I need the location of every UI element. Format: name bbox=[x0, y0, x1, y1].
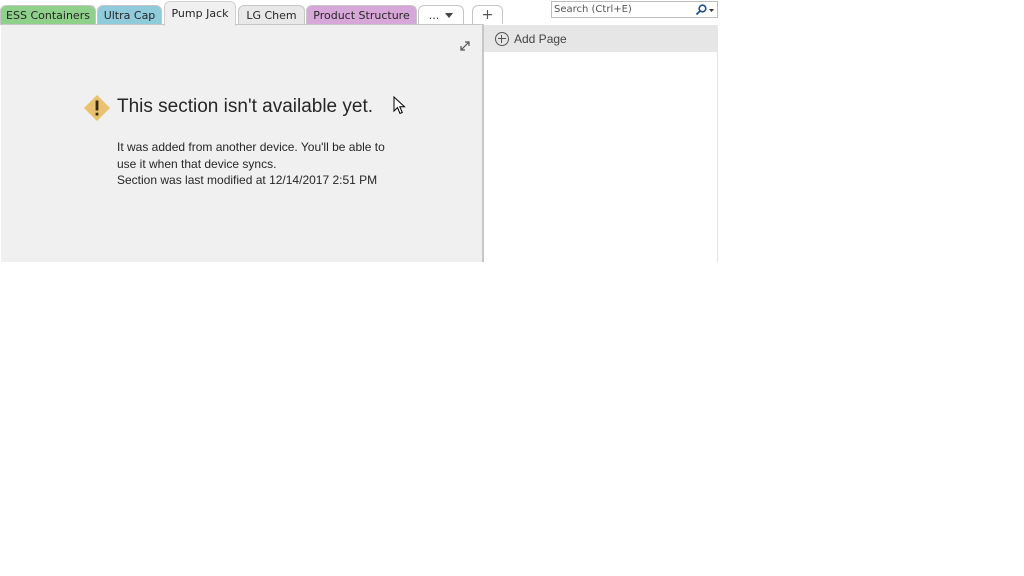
last-modified-text: Section was last modified at 12/14/2017 … bbox=[117, 173, 378, 187]
tab-pump-jack[interactable]: Pump Jack bbox=[164, 1, 236, 26]
search-box[interactable] bbox=[551, 1, 718, 18]
tab-ultra-cap[interactable]: Ultra Cap bbox=[97, 5, 162, 24]
mouse-cursor-icon bbox=[393, 96, 406, 115]
tab-ess-containers[interactable]: ESS Containers bbox=[0, 5, 96, 24]
warning-icon bbox=[84, 95, 110, 121]
add-section-tab[interactable]: + bbox=[472, 5, 503, 24]
add-page-button[interactable]: Add Page bbox=[484, 25, 718, 52]
plus-circle-icon bbox=[495, 31, 509, 46]
chevron-down-icon bbox=[445, 12, 454, 18]
tab-lg-chem[interactable]: LG Chem bbox=[238, 5, 305, 24]
tab-product-structure[interactable]: Product Structure bbox=[306, 5, 417, 24]
pages-pane: Add Page bbox=[484, 25, 718, 262]
expand-icon[interactable] bbox=[459, 40, 471, 52]
add-section-label: + bbox=[481, 7, 494, 23]
more-sections-tab[interactable]: ... bbox=[418, 5, 464, 24]
add-page-label: Add Page bbox=[514, 31, 567, 46]
sync-explanation-text: It was added from another device. You'll… bbox=[117, 140, 385, 171]
unavailable-section-title: This section isn't available yet. bbox=[117, 96, 374, 117]
onenote-window: ESS Containers Ultra Cap Pump Jack LG Ch… bbox=[0, 0, 718, 262]
more-sections-label: ... bbox=[428, 8, 440, 22]
magnifier-icon bbox=[695, 4, 714, 15]
search-button[interactable] bbox=[691, 2, 717, 17]
search-input[interactable] bbox=[554, 2, 689, 17]
